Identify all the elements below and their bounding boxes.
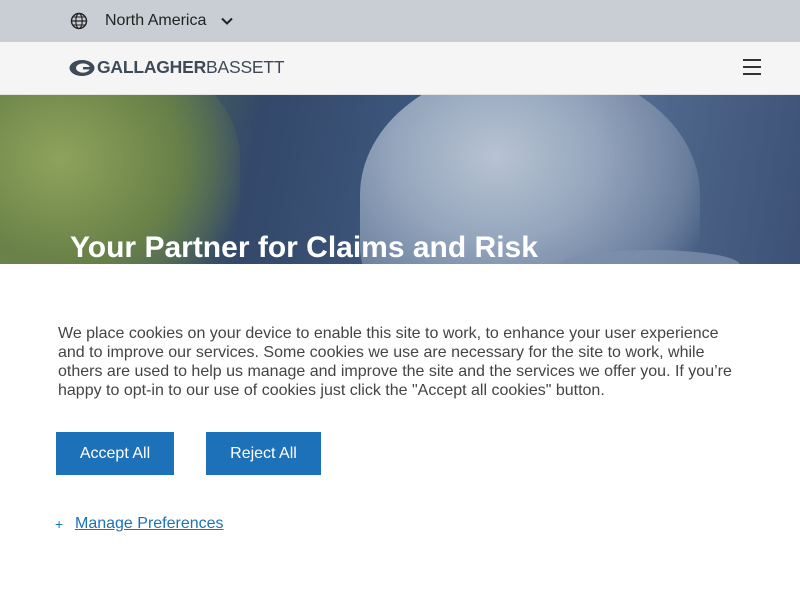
manage-preferences-link[interactable]: + Manage Preferences (55, 515, 224, 533)
logo-mark-icon (69, 59, 95, 77)
accept-all-button[interactable]: Accept All (56, 432, 174, 475)
logo-text-gallagher: GALLAGHER (97, 57, 207, 77)
chevron-down-icon[interactable] (220, 14, 234, 28)
logo-text-bassett: BASSETT (206, 57, 285, 77)
globe-icon[interactable] (70, 12, 88, 30)
hero-banner: Your Partner for Claims and Risk (0, 95, 800, 264)
reject-all-button[interactable]: Reject All (206, 432, 321, 475)
region-selector[interactable]: North America (105, 12, 206, 30)
hero-title: Your Partner for Claims and Risk (70, 231, 538, 264)
hamburger-menu-icon[interactable] (741, 57, 763, 77)
cookie-consent-banner: We place cookies on your device to enabl… (0, 264, 800, 600)
gallagher-bassett-logo[interactable]: GALLAGHERBASSETT (69, 57, 285, 78)
region-selector-bar: North America (0, 0, 800, 42)
site-header: GALLAGHERBASSETT (0, 42, 800, 95)
manage-preferences-label[interactable]: Manage Preferences (75, 515, 224, 533)
cookie-message: We place cookies on your device to enabl… (58, 325, 732, 399)
plus-icon: + (55, 516, 64, 532)
